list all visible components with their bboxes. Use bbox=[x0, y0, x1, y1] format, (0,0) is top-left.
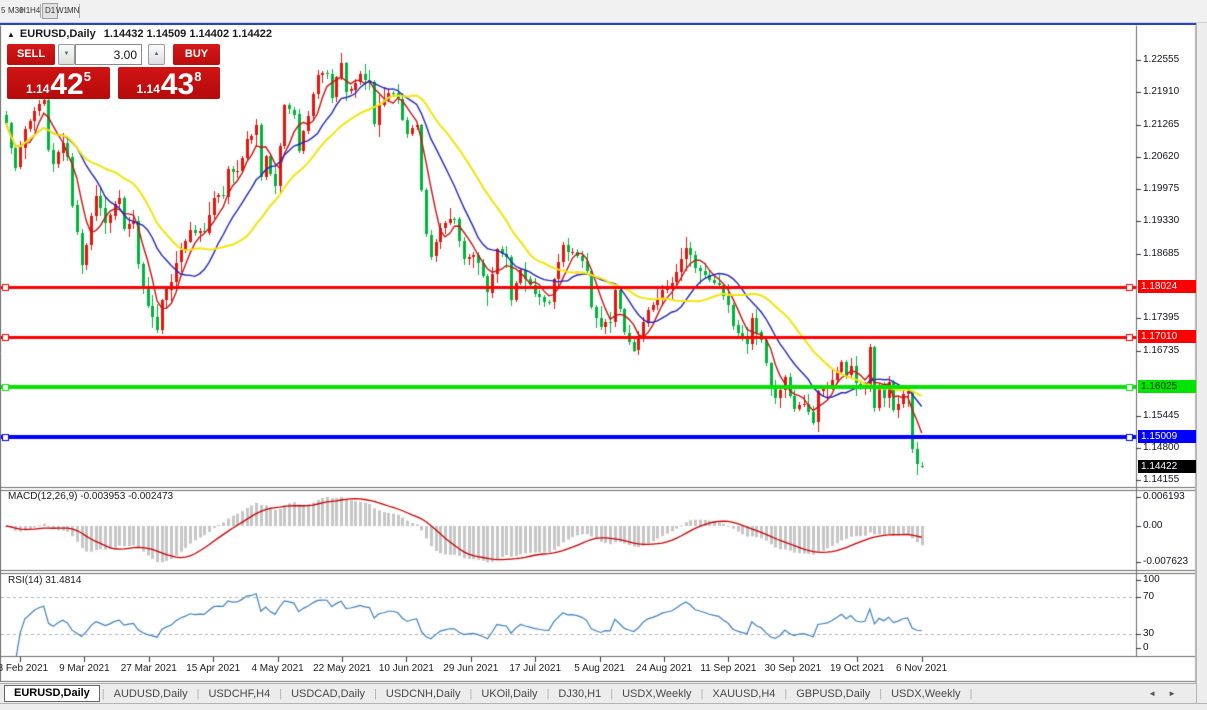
chart-tab-usdx-weekly[interactable]: USDX,Weekly bbox=[613, 686, 700, 702]
chart-canvas[interactable] bbox=[0, 0, 1207, 710]
date-axis-label: 11 Sep 2021 bbox=[700, 663, 756, 674]
chart-tab-dj30-h1[interactable]: DJ30,H1 bbox=[549, 686, 610, 702]
chart-tab-audusd-daily[interactable]: AUDUSD,Daily bbox=[105, 686, 197, 702]
buy-price-prefix: 1.14 bbox=[137, 82, 160, 96]
date-axis-label: 30 Sep 2021 bbox=[764, 663, 821, 674]
date-axis-label: 22 May 2021 bbox=[313, 663, 371, 674]
chart-tab-xauusd-h4[interactable]: XAUUSD,H4 bbox=[703, 686, 784, 702]
timeframe-toolbar: 5M30H1H4D1W1MN bbox=[0, 0, 1207, 23]
buy-price-sup: 8 bbox=[194, 69, 201, 84]
price-level-tag: 1.18024 bbox=[1138, 280, 1196, 293]
volume-increase-button[interactable]: ▲ bbox=[148, 44, 165, 65]
spinner-up-icon: ▲ bbox=[154, 51, 160, 57]
price-axis-tick: 1.22555 bbox=[1143, 54, 1179, 66]
sell-price-prefix: 1.14 bbox=[26, 82, 49, 96]
volume-input[interactable] bbox=[75, 44, 142, 65]
rsi-axis-label: 30 bbox=[1143, 628, 1154, 640]
tab-scroll-left-icon[interactable]: ◄ bbox=[1148, 689, 1156, 698]
date-axis-label: 29 Jun 2021 bbox=[443, 663, 498, 674]
mt4-window: 5M30H1H4D1W1MN ▲ EURUSD,Daily 1.14432 1.14… bbox=[0, 0, 1207, 710]
chart-ohlc-values: 1.14432 1.14509 1.14402 1.14422 bbox=[104, 28, 272, 40]
sell-button[interactable]: SELL bbox=[7, 44, 55, 65]
date-axis-label: 15 Apr 2021 bbox=[186, 663, 240, 674]
price-level-tag: 1.16025 bbox=[1138, 380, 1196, 393]
date-axis-label: 4 May 2021 bbox=[251, 663, 303, 674]
macd-axis-label: 0.00 bbox=[1143, 520, 1162, 532]
price-level-tag: 1.14422 bbox=[1138, 460, 1196, 473]
rsi-axis-label: 100 bbox=[1143, 574, 1160, 586]
date-axis-label: 6 Nov 2021 bbox=[896, 663, 947, 674]
date-axis-label: 10 Jun 2021 bbox=[379, 663, 434, 674]
toolbar-separator bbox=[79, 4, 80, 18]
chart-title: ▲ EURUSD,Daily 1.14432 1.14509 1.14402 1.1… bbox=[7, 28, 272, 40]
price-axis-tick: 1.19975 bbox=[1143, 183, 1179, 195]
price-axis-tick: 1.14155 bbox=[1143, 474, 1179, 486]
buy-price-big: 43 bbox=[161, 71, 194, 99]
price-level-tag: 1.17010 bbox=[1138, 330, 1196, 343]
chart-tab-eurusd-daily[interactable]: EURUSD,Daily bbox=[4, 685, 100, 702]
date-axis-label: 17 Jul 2021 bbox=[509, 663, 561, 674]
chart-tab-gbpusd-daily[interactable]: GBPUSD,Daily bbox=[787, 686, 879, 702]
price-axis-tick: 1.17395 bbox=[1143, 312, 1179, 324]
rsi-indicator-header: RSI(14) 31.4814 bbox=[8, 575, 81, 586]
chart-tab-bar: EURUSD,Daily|AUDUSD,Daily|USDCHF,H4|USDC… bbox=[0, 683, 1196, 703]
date-axis-label: 24 Aug 2021 bbox=[636, 663, 692, 674]
price-axis-tick: 1.18685 bbox=[1143, 248, 1179, 260]
date-axis-label: 19 Oct 2021 bbox=[830, 663, 884, 674]
price-axis-tick: 1.20620 bbox=[1143, 151, 1179, 163]
active-window-border bbox=[0, 23, 1196, 25]
timeframe-button-5[interactable]: 5 bbox=[0, 5, 6, 17]
date-axis-label: 18 Feb 2021 bbox=[0, 663, 48, 674]
price-axis-tick: 1.19330 bbox=[1143, 215, 1179, 227]
price-axis-tick: 1.21265 bbox=[1143, 119, 1179, 131]
buy-button[interactable]: BUY bbox=[173, 44, 220, 65]
sell-price-box[interactable]: 1.14 42 5 bbox=[7, 67, 110, 99]
tab-scroll-right-icon[interactable]: ► bbox=[1168, 689, 1176, 698]
price-level-tag: 1.15009 bbox=[1138, 430, 1196, 443]
window-right-gutter bbox=[1196, 22, 1207, 710]
chart-tab-usdcad-daily[interactable]: USDCAD,Daily bbox=[282, 686, 374, 702]
toolbar-separator bbox=[40, 4, 41, 18]
price-axis-tick: 1.16735 bbox=[1143, 345, 1179, 357]
one-click-trading-panel: SELL ▼ ▲ BUY 1.14 42 5 1.14 43 8 bbox=[7, 44, 220, 99]
chart-tab-usdchf-h4[interactable]: USDCHF,H4 bbox=[199, 686, 279, 702]
chart-symbol-label: EURUSD,Daily bbox=[20, 28, 96, 40]
macd-axis-label: -0.007623 bbox=[1143, 556, 1188, 568]
sell-price-sup: 5 bbox=[84, 69, 91, 84]
tab-separator: | bbox=[970, 688, 973, 700]
macd-axis-label: 0.006193 bbox=[1143, 491, 1185, 503]
chart-tab-ukoil-daily[interactable]: UKOil,Daily bbox=[472, 686, 546, 702]
price-axis-tick: 1.14800 bbox=[1143, 442, 1179, 454]
date-axis-label: 27 Mar 2021 bbox=[121, 663, 177, 674]
macd-indicator-header: MACD(12,26,9) -0.003953 -0.002473 bbox=[8, 491, 173, 502]
window-bottom-strip bbox=[0, 703, 1207, 710]
price-axis-tick: 1.15445 bbox=[1143, 410, 1179, 422]
volume-decrease-button[interactable]: ▼ bbox=[58, 44, 75, 65]
collapse-icon[interactable]: ▲ bbox=[7, 30, 15, 39]
buy-price-box[interactable]: 1.14 43 8 bbox=[118, 67, 220, 99]
date-axis-label: 9 Mar 2021 bbox=[59, 663, 110, 674]
date-axis-label: 5 Aug 2021 bbox=[574, 663, 625, 674]
sell-price-big: 42 bbox=[50, 71, 83, 99]
spinner-down-icon: ▼ bbox=[64, 51, 70, 57]
price-axis-tick: 1.21910 bbox=[1143, 86, 1179, 98]
rsi-axis-label: 70 bbox=[1143, 591, 1154, 603]
rsi-axis-label: 0 bbox=[1143, 642, 1149, 654]
chart-tab-usdx-weekly[interactable]: USDX,Weekly bbox=[882, 686, 969, 702]
chart-tab-usdcnh-daily[interactable]: USDCNH,Daily bbox=[377, 686, 470, 702]
